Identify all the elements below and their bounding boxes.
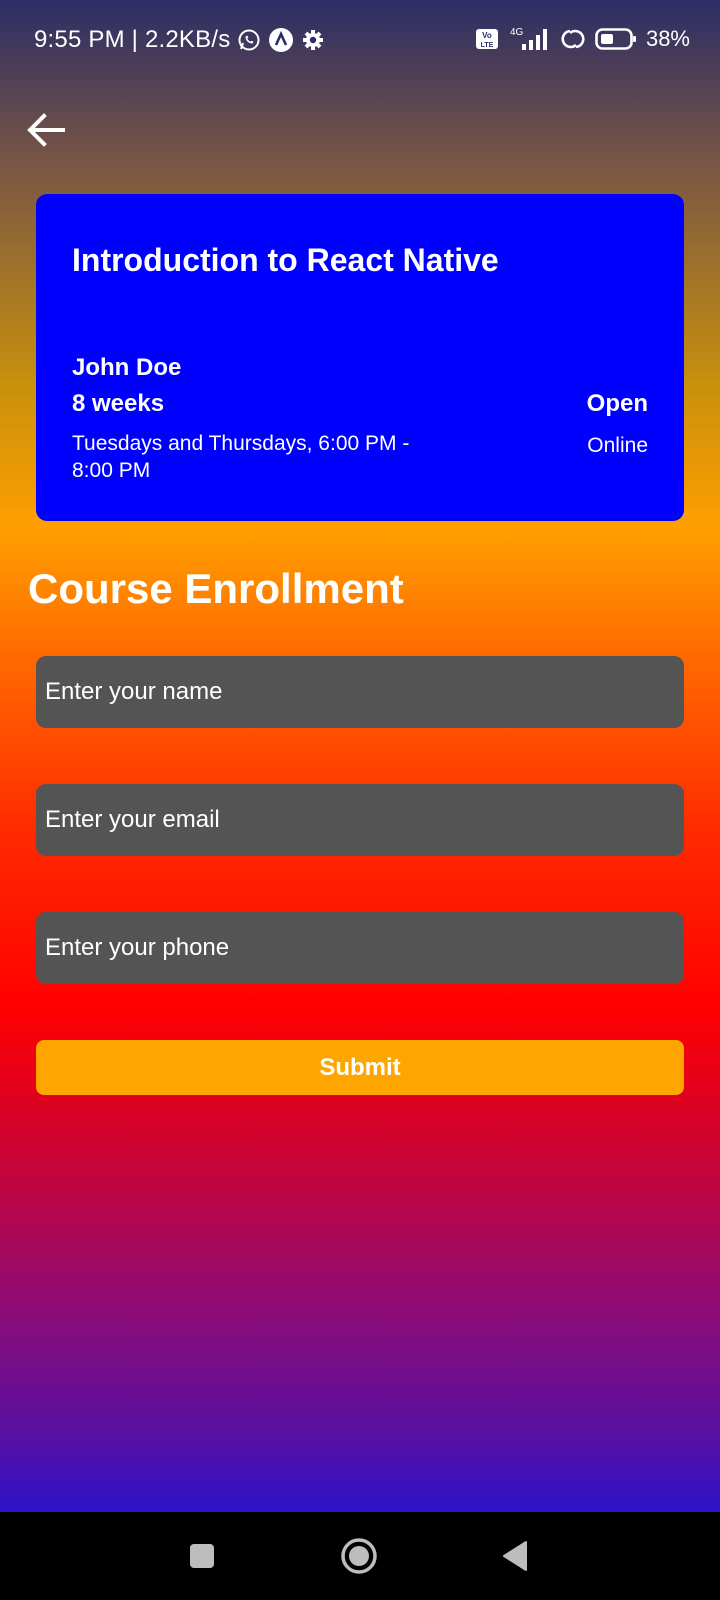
name-input[interactable] xyxy=(36,656,684,728)
signal-icon: 4G xyxy=(508,26,552,52)
course-title: Introduction to React Native xyxy=(72,242,499,278)
course-location: Online xyxy=(587,434,648,457)
course-status: Open xyxy=(586,390,648,417)
status-left: 9:55 PM | 2.2KB/s xyxy=(34,26,326,54)
phone-input[interactable] xyxy=(36,912,684,984)
settings-icon xyxy=(300,27,326,53)
network-label: 4G xyxy=(510,27,524,38)
course-instructor: John Doe xyxy=(72,354,182,381)
submit-button[interactable]: Submit xyxy=(36,1040,684,1095)
enrollment-title: Course Enrollment xyxy=(28,565,404,612)
status-bar: 9:55 PM | 2.2KB/s Vo LTE 4G 38% xyxy=(0,0,720,84)
back-button[interactable] xyxy=(22,106,70,154)
triangle-back-icon xyxy=(503,1541,527,1571)
system-back-button[interactable] xyxy=(489,1530,541,1582)
email-input[interactable] xyxy=(36,784,684,856)
whatsapp-icon xyxy=(236,27,262,53)
course-schedule: Tuesdays and Thursdays, 6:00 PM - 8:00 P… xyxy=(72,432,410,482)
course-card: Introduction to React Native John Doe 8 … xyxy=(36,194,684,521)
battery-level: 38% xyxy=(645,26,690,51)
circle-home-icon xyxy=(341,1538,377,1574)
arrow-left-icon xyxy=(27,113,65,147)
navigation-bar xyxy=(0,1512,720,1600)
battery-icon xyxy=(594,26,638,52)
home-button[interactable] xyxy=(333,1530,385,1582)
square-icon xyxy=(190,1544,214,1568)
app-notification-icon xyxy=(268,27,294,53)
status-time: 9:55 PM | 2.2KB/s xyxy=(34,26,231,53)
svg-text:LTE: LTE xyxy=(481,42,494,49)
sync-icon xyxy=(560,26,586,52)
recents-button[interactable] xyxy=(176,1530,228,1582)
svg-text:Vo: Vo xyxy=(482,31,492,40)
status-right: Vo LTE 4G 38% xyxy=(474,26,690,52)
course-duration: 8 weeks xyxy=(72,390,165,417)
volte-icon: Vo LTE xyxy=(474,26,500,52)
